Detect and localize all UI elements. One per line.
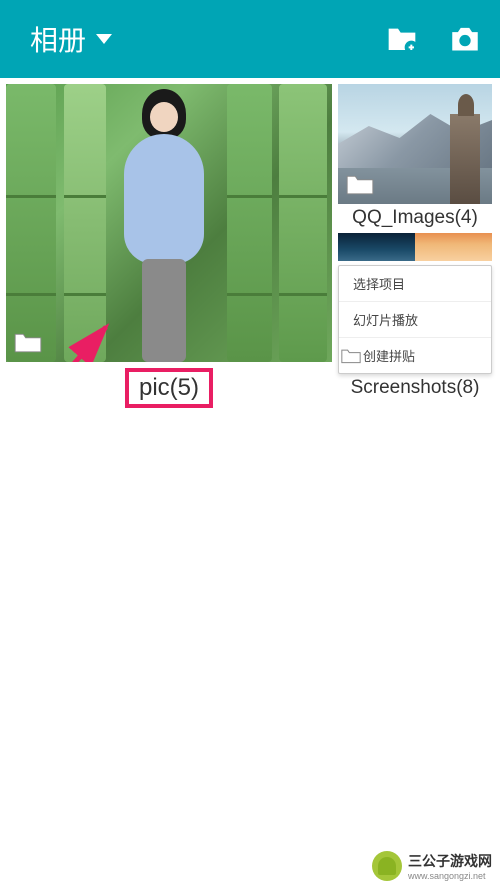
add-folder-button[interactable] [386,26,418,52]
album-qq-images[interactable]: QQ_Images(4) [338,84,492,229]
app-header: 相册 [0,0,500,78]
right-column: QQ_Images(4) 选择项目 幻灯片播放 创建拼贴 Screenshots… [338,84,492,408]
watermark-url: www.sangongzi.net [408,871,492,881]
album-pic[interactable]: pic(5) [6,84,332,408]
album-screenshots[interactable]: 选择项目 幻灯片播放 创建拼贴 Screenshots(8) [338,233,492,399]
album-label: pic(5) [125,368,213,408]
folder-icon [14,332,42,354]
album-thumbnail [6,84,332,362]
album-thumbnail [338,233,492,261]
thumb-decoration [6,84,56,362]
watermark-brand: 三公子游戏网 [408,851,492,871]
thumb-decoration [415,233,492,261]
gallery-grid: pic(5) QQ_Images(4) 选择项目 [0,78,500,414]
app-title: 相册 [30,19,86,59]
dropdown-arrow-icon [96,34,112,44]
folder-icon [341,348,361,364]
menu-item-collage[interactable]: 创建拼贴 [339,338,491,373]
thumb-decoration [338,233,415,261]
thumb-decoration [227,84,272,362]
thumb-decoration [114,84,214,362]
thumb-decoration [279,84,327,362]
android-icon [372,851,402,881]
menu-item-slideshow[interactable]: 幻灯片播放 [339,302,491,338]
context-menu: 选择项目 幻灯片播放 创建拼贴 [338,265,492,374]
menu-item-label: 创建拼贴 [363,346,415,365]
album-label: QQ_Images(4) [338,207,492,229]
header-actions [386,25,482,53]
folder-icon [346,174,374,196]
menu-item-select[interactable]: 选择项目 [339,266,491,302]
thumb-decoration [64,84,106,362]
camera-icon [448,25,482,53]
title-dropdown[interactable]: 相册 [30,19,112,59]
album-label: Screenshots(8) [338,377,492,399]
watermark: 三公子游戏网 www.sangongzi.net [372,851,492,881]
album-thumbnail [338,84,492,204]
add-folder-icon [386,26,418,53]
camera-button[interactable] [448,25,482,53]
